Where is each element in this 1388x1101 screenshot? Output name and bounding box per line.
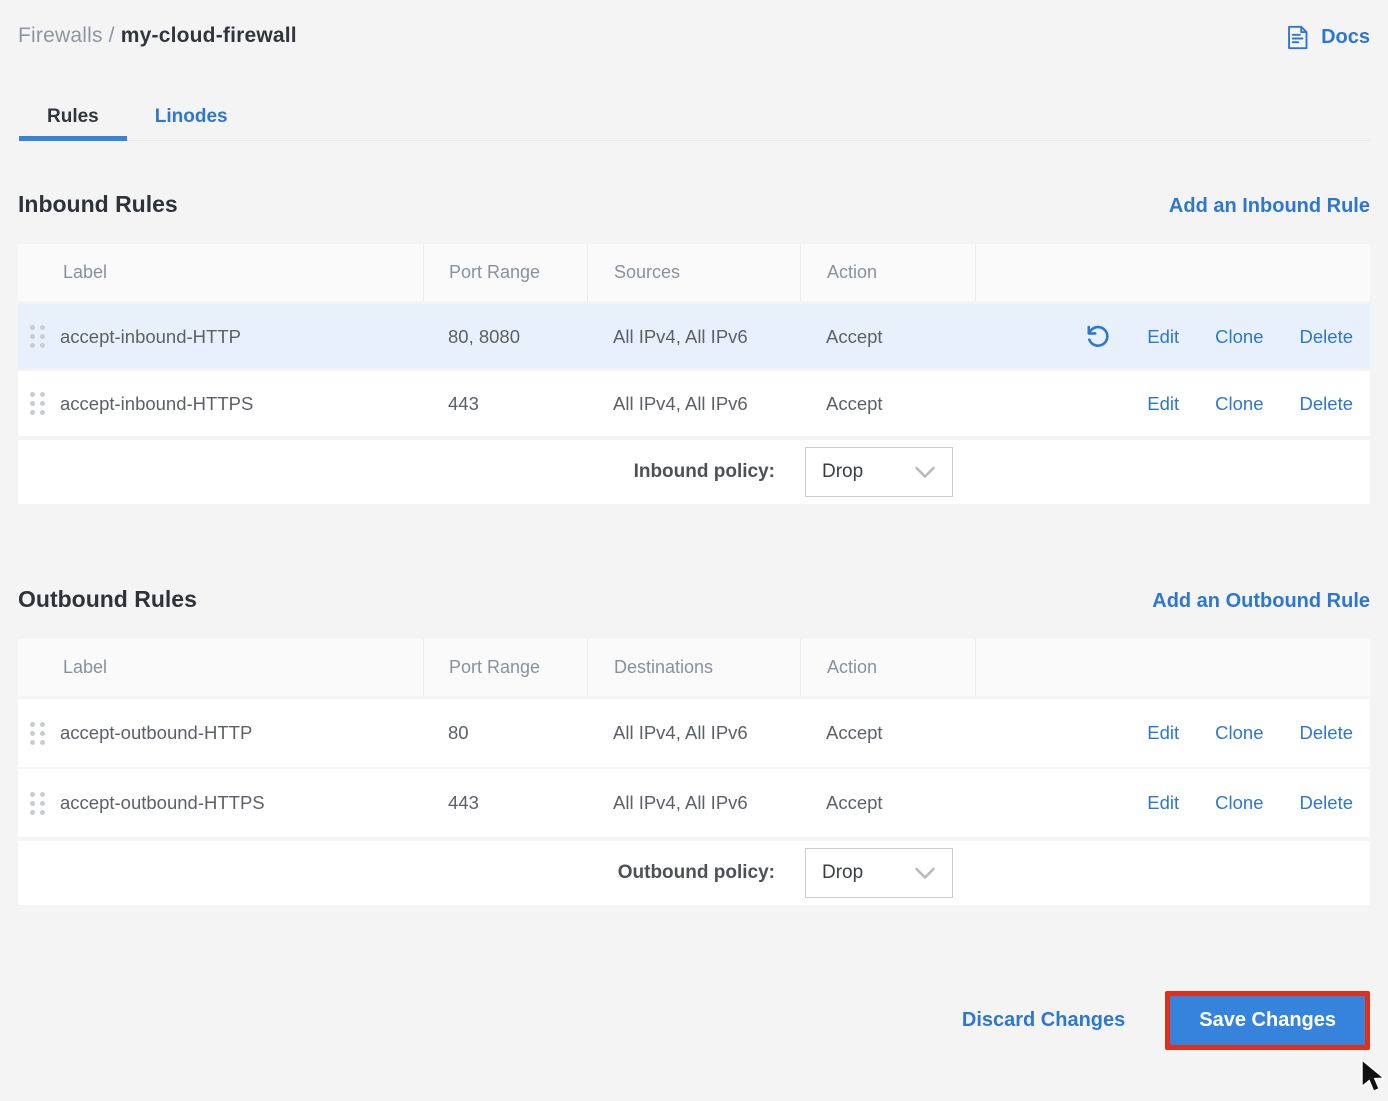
edit-button[interactable]: Edit xyxy=(1147,722,1179,744)
rule-actions-cell: Edit Clone Delete xyxy=(975,324,1370,350)
rule-action: Accept xyxy=(800,792,975,814)
inbound-rules-title: Inbound Rules xyxy=(18,191,178,218)
rule-label: accept-inbound-HTTPS xyxy=(60,393,253,415)
outbound-policy-value: Drop xyxy=(822,862,863,884)
rule-label: accept-outbound-HTTP xyxy=(60,722,252,744)
rule-port-range: 443 xyxy=(423,792,587,814)
drag-handle-icon[interactable] xyxy=(30,792,45,815)
inbound-policy-value: Drop xyxy=(822,461,863,483)
rule-label-cell: accept-outbound-HTTP xyxy=(18,722,423,745)
add-inbound-rule-button[interactable]: Add an Inbound Rule xyxy=(1169,195,1370,218)
outbound-table-header: Label Port Range Destinations Action xyxy=(18,639,1370,696)
drag-handle-icon[interactable] xyxy=(30,325,45,348)
form-actions: Discard Changes Save Changes xyxy=(18,991,1370,1050)
chevron-down-icon xyxy=(914,867,936,880)
rule-action: Accept xyxy=(800,393,975,415)
delete-button[interactable]: Delete xyxy=(1300,722,1353,744)
drag-handle-icon[interactable] xyxy=(30,722,45,745)
delete-button[interactable]: Delete xyxy=(1300,326,1353,348)
rule-label: accept-outbound-HTTPS xyxy=(60,792,265,814)
column-header-label: Label xyxy=(18,639,423,696)
delete-button[interactable]: Delete xyxy=(1300,792,1353,814)
undo-button[interactable] xyxy=(1085,324,1111,350)
edit-button[interactable]: Edit xyxy=(1147,792,1179,814)
column-header-destinations: Destinations xyxy=(587,639,800,696)
column-header-actions xyxy=(975,244,1370,301)
rule-port-range: 80 xyxy=(423,722,587,744)
clone-button[interactable]: Clone xyxy=(1215,393,1263,415)
edit-button[interactable]: Edit xyxy=(1147,393,1179,415)
page-header: Firewalls / my-cloud-firewall Docs xyxy=(18,0,1370,51)
inbound-policy-label: Inbound policy: xyxy=(634,461,775,483)
firewall-detail-page: Firewalls / my-cloud-firewall Docs Rules… xyxy=(0,0,1388,1050)
rule-actions-cell: Edit Clone Delete xyxy=(975,393,1370,415)
rule-label: accept-inbound-HTTP xyxy=(60,326,241,348)
tab-bar: Rules Linodes xyxy=(18,93,1370,141)
column-header-port: Port Range xyxy=(423,244,587,301)
outbound-rules-title: Outbound Rules xyxy=(18,586,197,613)
tab-rules[interactable]: Rules xyxy=(19,93,127,140)
page-title: my-cloud-firewall xyxy=(121,24,297,47)
table-row-accept-inbound-http: accept-inbound-HTTP 80, 8080 All IPv4, A… xyxy=(18,304,1370,369)
rule-actions-cell: Edit Clone Delete xyxy=(975,792,1370,814)
table-row-accept-outbound-http: accept-outbound-HTTP 80 All IPv4, All IP… xyxy=(18,699,1370,767)
inbound-policy-row: Inbound policy: Drop xyxy=(18,440,1370,504)
inbound-section-header: Inbound Rules Add an Inbound Rule xyxy=(18,191,1370,218)
rule-action: Accept xyxy=(800,326,975,348)
column-header-label: Label xyxy=(18,244,423,301)
inbound-rules-table: Label Port Range Sources Action accept-i… xyxy=(18,244,1370,504)
rule-sources: All IPv4, All IPv6 xyxy=(587,326,800,348)
drag-handle-icon[interactable] xyxy=(30,392,45,415)
inbound-policy-select[interactable]: Drop xyxy=(805,447,953,497)
outbound-policy-select[interactable]: Drop xyxy=(805,848,953,898)
rule-sources: All IPv4, All IPv6 xyxy=(587,393,800,415)
delete-button[interactable]: Delete xyxy=(1300,393,1353,415)
add-outbound-rule-button[interactable]: Add an Outbound Rule xyxy=(1152,590,1370,613)
clone-button[interactable]: Clone xyxy=(1215,326,1263,348)
breadcrumb-firewalls-link[interactable]: Firewalls / xyxy=(18,24,121,47)
rule-destinations: All IPv4, All IPv6 xyxy=(587,722,800,744)
outbound-rules-table: Label Port Range Destinations Action acc… xyxy=(18,639,1370,905)
inbound-table-header: Label Port Range Sources Action xyxy=(18,244,1370,301)
rule-label-cell: accept-inbound-HTTP xyxy=(18,325,423,348)
chevron-down-icon xyxy=(914,466,936,479)
clone-button[interactable]: Clone xyxy=(1215,792,1263,814)
mouse-cursor xyxy=(1360,1060,1388,1101)
save-changes-button[interactable]: Save Changes xyxy=(1170,996,1365,1045)
table-row-accept-outbound-https: accept-outbound-HTTPS 443 All IPv4, All … xyxy=(18,769,1370,837)
column-header-action: Action xyxy=(800,639,975,696)
column-header-port: Port Range xyxy=(423,639,587,696)
outbound-policy-row: Outbound policy: Drop xyxy=(18,841,1370,905)
rule-label-cell: accept-outbound-HTTPS xyxy=(18,792,423,815)
tab-linodes[interactable]: Linodes xyxy=(127,93,256,140)
column-header-sources: Sources xyxy=(587,244,800,301)
outbound-section-header: Outbound Rules Add an Outbound Rule xyxy=(18,586,1370,613)
save-changes-highlight-box: Save Changes xyxy=(1165,991,1370,1050)
rule-action: Accept xyxy=(800,722,975,744)
clone-button[interactable]: Clone xyxy=(1215,722,1263,744)
docs-icon xyxy=(1284,24,1311,51)
rule-destinations: All IPv4, All IPv6 xyxy=(587,792,800,814)
table-row-accept-inbound-https: accept-inbound-HTTPS 443 All IPv4, All I… xyxy=(18,371,1370,436)
docs-label: Docs xyxy=(1321,26,1370,49)
rule-port-range: 80, 8080 xyxy=(423,326,587,348)
docs-link[interactable]: Docs xyxy=(1284,24,1370,51)
outbound-policy-label: Outbound policy: xyxy=(618,862,775,884)
rule-actions-cell: Edit Clone Delete xyxy=(975,722,1370,744)
rule-port-range: 443 xyxy=(423,393,587,415)
discard-changes-button[interactable]: Discard Changes xyxy=(962,1009,1125,1032)
edit-button[interactable]: Edit xyxy=(1147,326,1179,348)
column-header-actions xyxy=(975,639,1370,696)
rule-label-cell: accept-inbound-HTTPS xyxy=(18,392,423,415)
breadcrumb: Firewalls / my-cloud-firewall xyxy=(18,24,297,48)
column-header-action: Action xyxy=(800,244,975,301)
